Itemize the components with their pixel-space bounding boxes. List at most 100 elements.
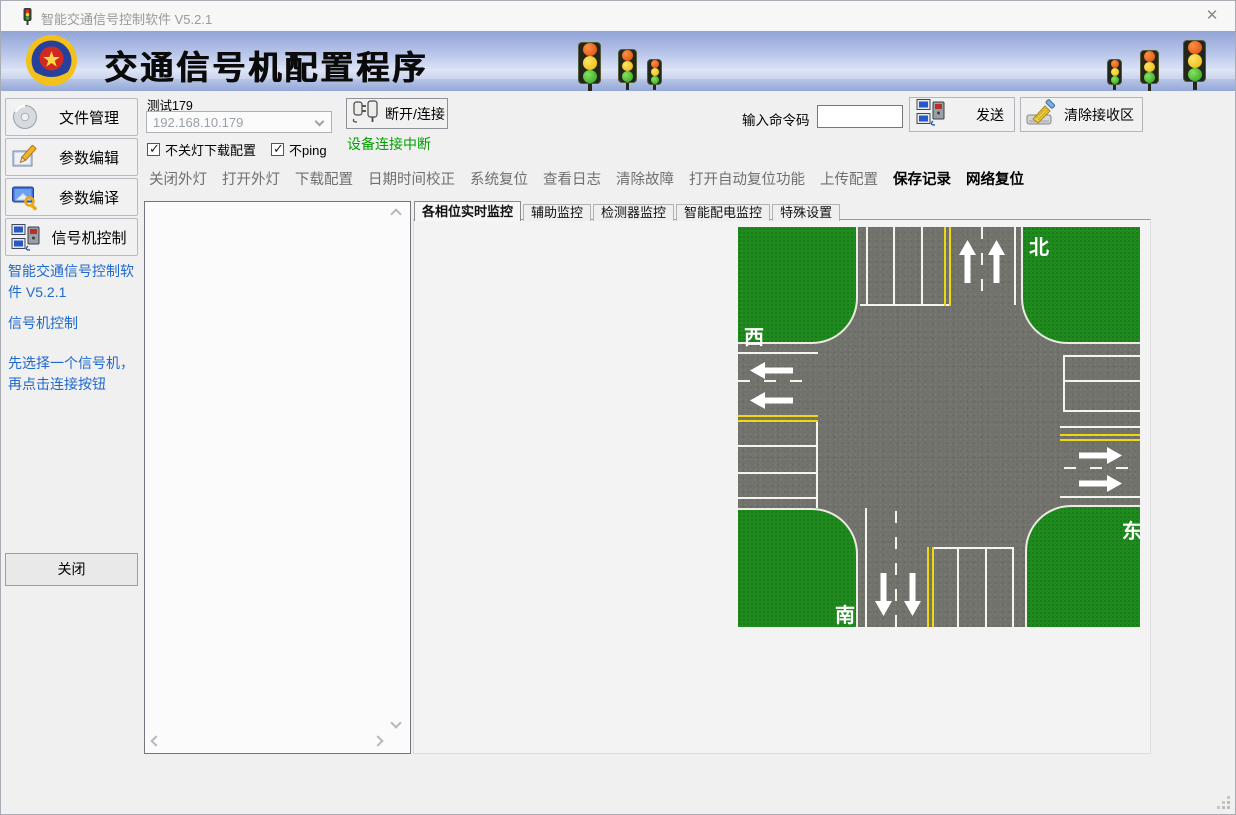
lane-line bbox=[1014, 227, 1016, 305]
direction-label-north: 北 bbox=[1029, 231, 1049, 260]
dashed-lane-line bbox=[981, 227, 983, 300]
double-yellow-line bbox=[1060, 434, 1140, 441]
lane-line bbox=[921, 227, 923, 306]
no-light-off-label: 不关灯下载配置 bbox=[165, 140, 256, 159]
resize-grip[interactable] bbox=[1217, 796, 1230, 809]
connect-disconnect-button[interactable]: 断开/连接 bbox=[346, 98, 448, 129]
ip-address-value: 192.168.10.179 bbox=[153, 115, 243, 130]
command-code-label: 输入命令码 bbox=[742, 109, 810, 129]
cd-icon bbox=[11, 103, 41, 131]
edit-icon bbox=[11, 143, 41, 171]
dashed-lane-line bbox=[1064, 467, 1140, 469]
double-yellow-line bbox=[944, 227, 951, 306]
mode-text: 信号机控制 bbox=[8, 313, 140, 334]
ip-address-combobox[interactable]: 192.168.10.179 bbox=[146, 111, 332, 133]
tab-smart-power-monitor[interactable]: 智能配电监控 bbox=[676, 204, 770, 221]
title-bar: 智能交通信号控制软件 V5.2.1 ✕ bbox=[1, 1, 1235, 31]
send-label: 发送 bbox=[946, 105, 1004, 125]
traffic-light-app-icon bbox=[21, 8, 34, 30]
no-light-off-checkbox[interactable]: 不关灯下载配置 bbox=[147, 140, 256, 159]
lane-line bbox=[738, 352, 818, 354]
send-button[interactable]: 发送 bbox=[909, 97, 1015, 132]
scroll-up-arrow[interactable] bbox=[390, 208, 401, 219]
traffic-light-decoration bbox=[1107, 59, 1122, 90]
tab-special-settings[interactable]: 特殊设置 bbox=[772, 204, 840, 221]
traffic-light-decoration bbox=[1183, 40, 1206, 90]
parameter-edit-button[interactable]: 参数编辑 bbox=[5, 138, 138, 176]
clear-receive-button[interactable]: 清除接收区 bbox=[1020, 97, 1143, 132]
no-ping-label: 不ping bbox=[289, 140, 327, 159]
menu-item-close-outer-lights[interactable]: 关闭外灯 bbox=[149, 168, 207, 189]
direction-label-east: 东 bbox=[1122, 515, 1140, 544]
connect-disconnect-label: 断开/连接 bbox=[385, 104, 445, 124]
dashed-lane-line bbox=[895, 511, 897, 627]
traffic-light-decoration bbox=[578, 42, 601, 91]
direction-label-south: 南 bbox=[835, 599, 855, 627]
menu-item-save-record[interactable]: 保存记录 bbox=[893, 168, 951, 189]
arrow-right-marking bbox=[1079, 475, 1122, 492]
tab-detector-monitor[interactable]: 检测器监控 bbox=[593, 204, 674, 221]
scroll-down-arrow[interactable] bbox=[390, 717, 401, 728]
file-management-button[interactable]: 文件管理 bbox=[5, 98, 138, 136]
traffic-light-decoration bbox=[647, 59, 662, 90]
lane-line bbox=[738, 472, 818, 474]
no-ping-checkbox[interactable]: 不ping bbox=[271, 140, 327, 159]
clear-receive-label: 清除接收区 bbox=[1057, 105, 1134, 125]
arrow-down-marking bbox=[875, 573, 892, 616]
parameter-compile-button[interactable]: 参数编译 bbox=[5, 178, 138, 216]
direction-label-west: 西 bbox=[744, 321, 764, 350]
arrow-up-marking bbox=[959, 240, 976, 283]
police-emblem-icon bbox=[25, 34, 78, 91]
parameter-compile-label: 参数编译 bbox=[41, 187, 137, 208]
window-title: 智能交通信号控制软件 V5.2.1 bbox=[41, 9, 212, 28]
menu-item-clear-fault[interactable]: 清除故障 bbox=[616, 168, 674, 189]
lane-line bbox=[738, 497, 818, 499]
lane-line bbox=[893, 227, 895, 306]
tab-realtime-phase-monitor[interactable]: 各相位实时监控 bbox=[414, 201, 521, 221]
lane-line bbox=[1064, 380, 1140, 382]
menu-item-view-log[interactable]: 查看日志 bbox=[543, 168, 601, 189]
scroll-left-arrow[interactable] bbox=[150, 735, 161, 746]
arrow-up-marking bbox=[988, 240, 1005, 283]
menu-item-datetime-calibration[interactable]: 日期时间校正 bbox=[368, 168, 455, 189]
chevron-down-icon bbox=[315, 117, 325, 127]
close-panel-button[interactable]: 关闭 bbox=[5, 553, 138, 586]
double-yellow-line bbox=[738, 415, 818, 422]
compile-icon bbox=[11, 183, 41, 211]
plug-icon bbox=[352, 99, 380, 128]
menu-item-upload-config[interactable]: 上传配置 bbox=[820, 168, 878, 189]
lane-line bbox=[866, 227, 868, 306]
menu-item-auto-reset-function[interactable]: 打开自动复位功能 bbox=[689, 168, 805, 189]
stop-line bbox=[816, 422, 818, 508]
close-window-button[interactable]: ✕ bbox=[1197, 5, 1227, 27]
connection-status-text: 设备连接中断 bbox=[347, 134, 431, 154]
stop-line bbox=[860, 304, 949, 306]
arrow-left-marking bbox=[750, 392, 793, 409]
menu-item-open-outer-lights[interactable]: 打开外灯 bbox=[222, 168, 280, 189]
arrow-right-marking bbox=[1079, 447, 1122, 464]
hint-text: 先选择一个信号机，再点击连接按钮 bbox=[8, 353, 140, 395]
signal-control-label: 信号机控制 bbox=[41, 227, 137, 248]
header-banner: 交通信号机配置程序 bbox=[1, 31, 1235, 91]
scroll-right-arrow[interactable] bbox=[372, 735, 383, 746]
arrow-left-marking bbox=[750, 362, 793, 379]
send-computers-icon bbox=[916, 98, 946, 131]
receive-log-listbox[interactable] bbox=[144, 201, 411, 754]
application-window: 智能交通信号控制软件 V5.2.1 ✕ 交通信号机配置程序 文件管理 bbox=[0, 0, 1236, 815]
menu-item-download-config[interactable]: 下载配置 bbox=[295, 168, 353, 189]
signal-control-button[interactable]: 信号机控制 bbox=[5, 218, 138, 256]
lane-line bbox=[957, 549, 959, 627]
traffic-light-decoration bbox=[618, 49, 637, 90]
banner-title: 交通信号机配置程序 bbox=[104, 41, 428, 89]
menu-item-system-reset[interactable]: 系统复位 bbox=[470, 168, 528, 189]
action-menu: 关闭外灯 打开外灯 下载配置 日期时间校正 系统复位 查看日志 清除故障 打开自… bbox=[149, 168, 1149, 189]
menu-item-network-reset[interactable]: 网络复位 bbox=[966, 168, 1024, 189]
signal-control-icon bbox=[11, 223, 41, 251]
lane-line bbox=[1064, 355, 1140, 357]
intersection-map: 北 西 东 南 bbox=[738, 227, 1140, 627]
tab-auxiliary-monitor[interactable]: 辅助监控 bbox=[523, 204, 591, 221]
stop-line bbox=[1063, 355, 1065, 412]
lane-line bbox=[738, 445, 818, 447]
monitor-tabs: 各相位实时监控 辅助监控 检测器监控 智能配电监控 特殊设置 bbox=[414, 201, 842, 221]
command-code-input[interactable] bbox=[817, 105, 903, 128]
